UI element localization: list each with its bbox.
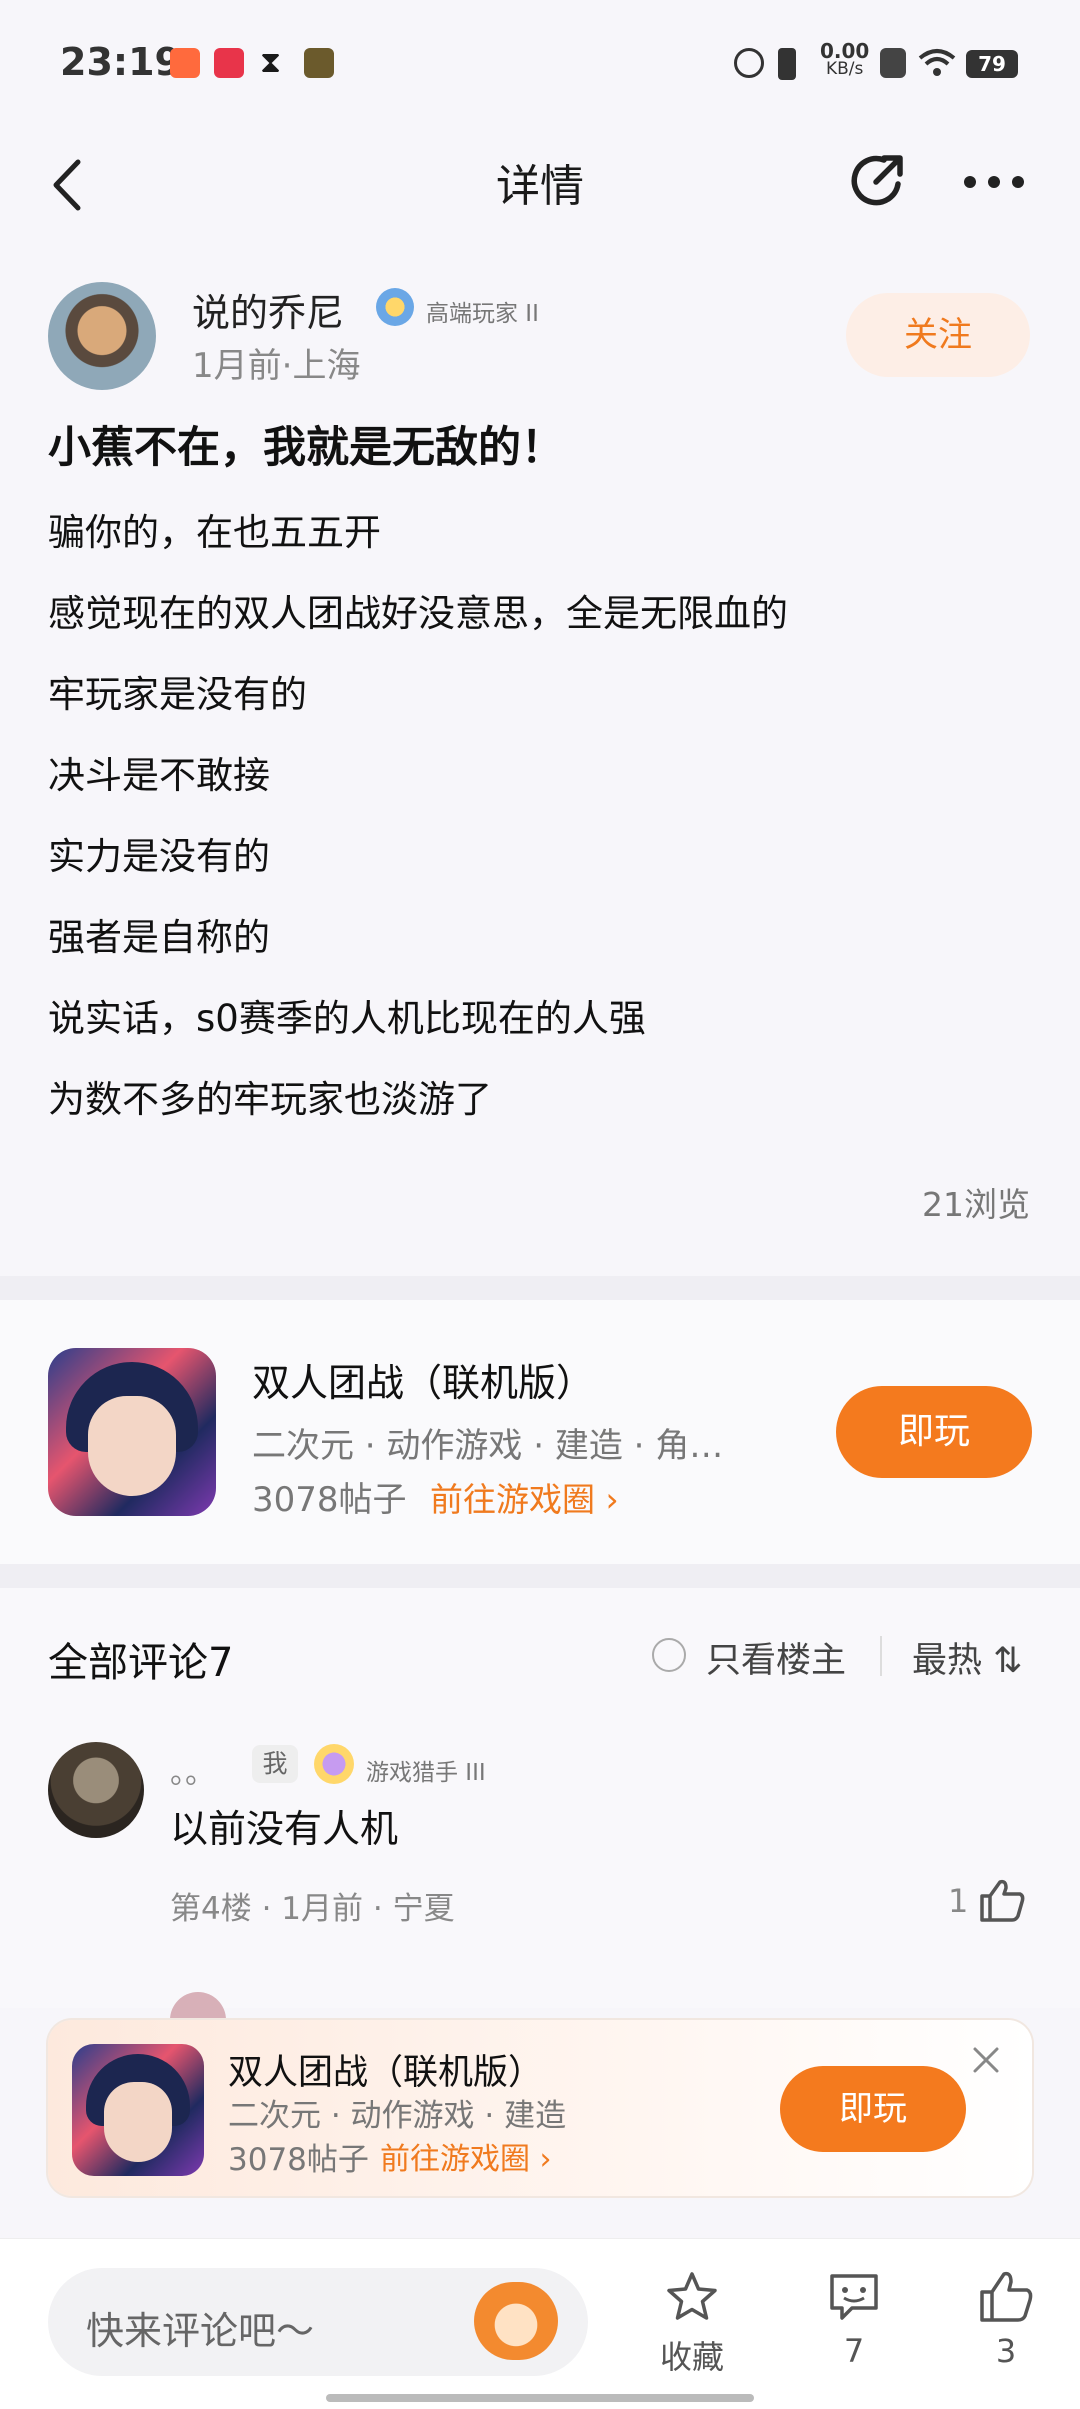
post-line: 牢玩家是没有的 [48,673,307,716]
author-name[interactable]: 说的乔尼 [192,282,344,337]
post-line: 为数不多的牢玩家也淡游了 [48,1078,492,1121]
post-line: 决斗是不敢接 [48,754,270,797]
banner-game-icon[interactable] [72,2044,204,2176]
play-button[interactable]: 即玩 [836,1386,1032,1478]
banner-play-button[interactable]: 即玩 [780,2066,966,2152]
app-notification-icon [214,48,244,78]
commenter-avatar[interactable] [48,1742,144,1838]
net-speed-value: 0.00 [820,39,870,63]
header-separator [880,1636,882,1676]
hourglass-icon: ⧗ [260,45,282,80]
only-host-toggle[interactable]: 只看楼主 [706,1632,846,1683]
like-count[interactable]: 3 [946,2332,1066,2370]
post-line: 强者是自称的 [48,916,270,959]
post-line: 骗你的，在也五五开 [48,511,381,554]
sim-off-icon [880,48,906,78]
game-app-icon[interactable] [48,1348,216,1516]
game-tags: 二次元 · 动作游戏 · 建造 · 角… [252,1426,724,1466]
app-notification-icon [170,48,200,78]
battery-icon: 79 [966,50,1018,78]
thumbs-up-icon[interactable] [978,2270,1034,2324]
view-count: 21浏览 [922,1185,1030,1224]
net-speed: 0.00 KB/s [820,39,870,79]
comment-meta: 第4楼 · 1月前 · 宁夏 [170,1891,455,1927]
comment-text: 以前没有人机 [170,1807,399,1851]
follow-button[interactable]: 关注 [846,293,1030,377]
app-notification-icon [304,48,334,78]
banner-post-count: 3078帖子 [228,2142,369,2178]
game-name[interactable]: 双人团战（联机版） [252,1352,594,1407]
player-badge-icon [314,1744,354,1784]
me-tag: 我 [252,1745,298,1783]
post-line: 感觉现在的双人团战好没意思，全是无限血的 [48,592,788,635]
section-divider [0,1564,1080,1588]
sort-hot-button[interactable]: 最热 ⇅ [912,1632,1022,1683]
banner-game-tags: 二次元 · 动作游戏 · 建造 [228,2098,567,2134]
author-avatar[interactable] [48,282,156,390]
player-badge-label: 高端玩家 II [426,301,539,327]
comment-icon[interactable] [826,2270,882,2324]
mascot-icon[interactable] [474,2282,558,2360]
comments-header: 全部评论7 [48,1640,234,1686]
post-line: 说实话，s0赛季的人机比现在的人强 [48,997,646,1040]
banner-game-name[interactable]: 双人团战（联机版） [228,2044,543,2095]
thumbs-up-icon[interactable] [978,1878,1026,1922]
favorite-label[interactable]: 收藏 [632,2332,752,2378]
comment-like-count: 1 [948,1882,969,1920]
commenter-name[interactable]: 。。 [170,1748,215,1792]
wifi-icon [918,49,956,76]
post-line: 实力是没有的 [48,835,270,878]
post-title: 小蕉不在，我就是无敌的！ [48,423,564,473]
home-indicator[interactable] [326,2394,754,2402]
post-meta: 1月前·上海 [192,346,361,386]
player-badge-icon [376,288,414,326]
comment-count[interactable]: 7 [794,2332,914,2370]
game-circle-link[interactable]: 前往游戏圈 › [430,1473,619,1521]
commenter-badge-label: 游戏猎手 III [366,1760,486,1786]
game-post-count: 3078帖子 [252,1480,407,1520]
page-title: 详情 [496,161,584,212]
net-speed-unit: KB/s [825,59,864,79]
banner-circle-link[interactable]: 前往游戏圈 › [380,2134,552,2178]
vibrate-icon [778,48,796,80]
star-icon[interactable] [664,2270,720,2324]
alarm-icon [734,48,764,78]
radio-circle-icon[interactable] [652,1638,686,1672]
status-time: 23:19 [60,40,181,84]
section-divider [0,1276,1080,1300]
status-bar: 23:19 ⧗ 0.00 KB/s 79 [0,0,1080,130]
comment-placeholder[interactable]: 快来评论吧～ [86,2300,314,2355]
close-icon[interactable] [972,2046,1000,2074]
